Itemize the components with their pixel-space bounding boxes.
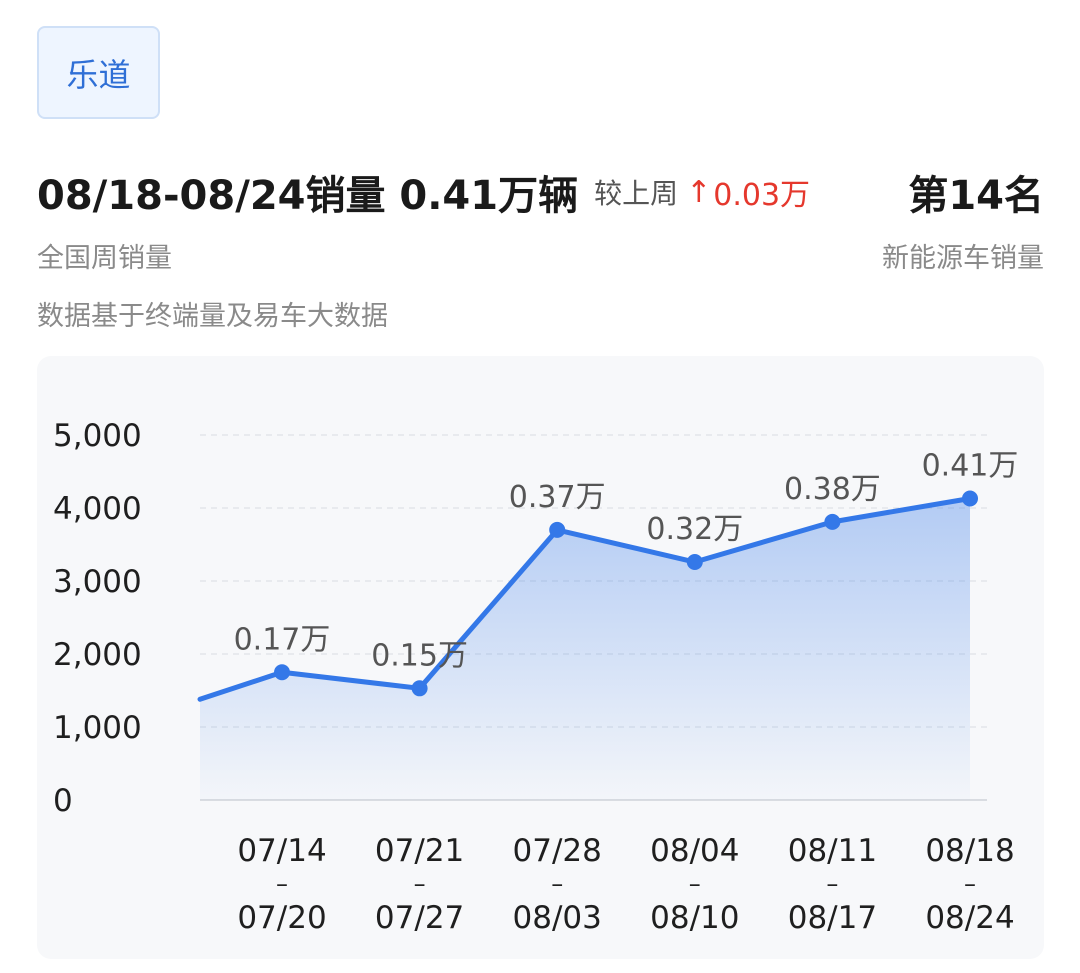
data-point [274,664,290,681]
x-tick-label: 07/20 [237,900,326,936]
data-label: 0.38万 [784,472,881,507]
x-tick-label: 08/11 [788,833,877,869]
y-tick-label: 0 [53,783,73,819]
national-weekly-sales-label: 全国周销量 [37,243,172,274]
y-tick-label: 5,000 [53,418,142,454]
sales-chart-card: 5,000 4,000 3,000 2,000 1,000 0 07/14–07/20 07… [37,356,1044,959]
data-point [686,554,703,571]
data-point [962,490,978,507]
x-tick-label: 08/04 [650,833,739,869]
x-tick-label: 08/17 [788,900,877,936]
rank-value: 第14名 [908,173,1044,219]
x-tick-label: – [551,870,563,898]
data-label: 0.17万 [234,622,331,657]
x-tick-label: 08/10 [650,900,739,936]
change-value: 0.03万 [713,178,811,213]
x-tick-label: 07/27 [375,900,464,936]
nev-sales-label: 新能源车销量 [882,243,1044,274]
brand-tag[interactable]: 乐道 [37,26,160,119]
y-tick-label: 3,000 [53,564,142,600]
sales-headline: 08/18-08/24销量 0.41万辆 较上周 ↑ 0.03万 [37,160,810,224]
data-label: 0.32万 [646,512,743,547]
data-label: 0.37万 [509,480,606,515]
data-source-note: 数据基于终端量及易车大数据 [37,301,388,332]
data-point [411,680,428,697]
up-arrow-icon: ↑ [686,174,712,210]
x-tick-label: – [414,870,426,898]
y-tick-label: 1,000 [53,710,142,746]
x-tick-label: – [826,870,838,898]
data-point [824,513,841,530]
y-tick-label: 2,000 [53,637,142,673]
x-tick-label: 07/14 [237,833,326,869]
x-tick-label: 07/28 [513,833,602,869]
x-tick-label: – [276,870,288,898]
x-tick-label: 08/24 [925,900,1014,936]
x-tick-label: 08/03 [513,900,602,936]
compare-label: 较上周 [594,177,679,210]
x-tick-label: 08/18 [925,833,1014,869]
x-tick-label: – [964,870,976,898]
data-point [549,521,566,538]
period-sales: 08/18-08/24销量 0.41万辆 [37,173,579,219]
data-label: 0.15万 [371,638,468,673]
data-label: 0.41万 [922,449,1019,484]
x-tick-label: – [689,870,701,898]
x-tick-label: 07/21 [375,833,464,869]
sales-line-chart: 5,0004,0003,0002,0001,0000 07/14–07/2007… [53,418,1019,936]
y-tick-label: 4,000 [53,491,142,527]
